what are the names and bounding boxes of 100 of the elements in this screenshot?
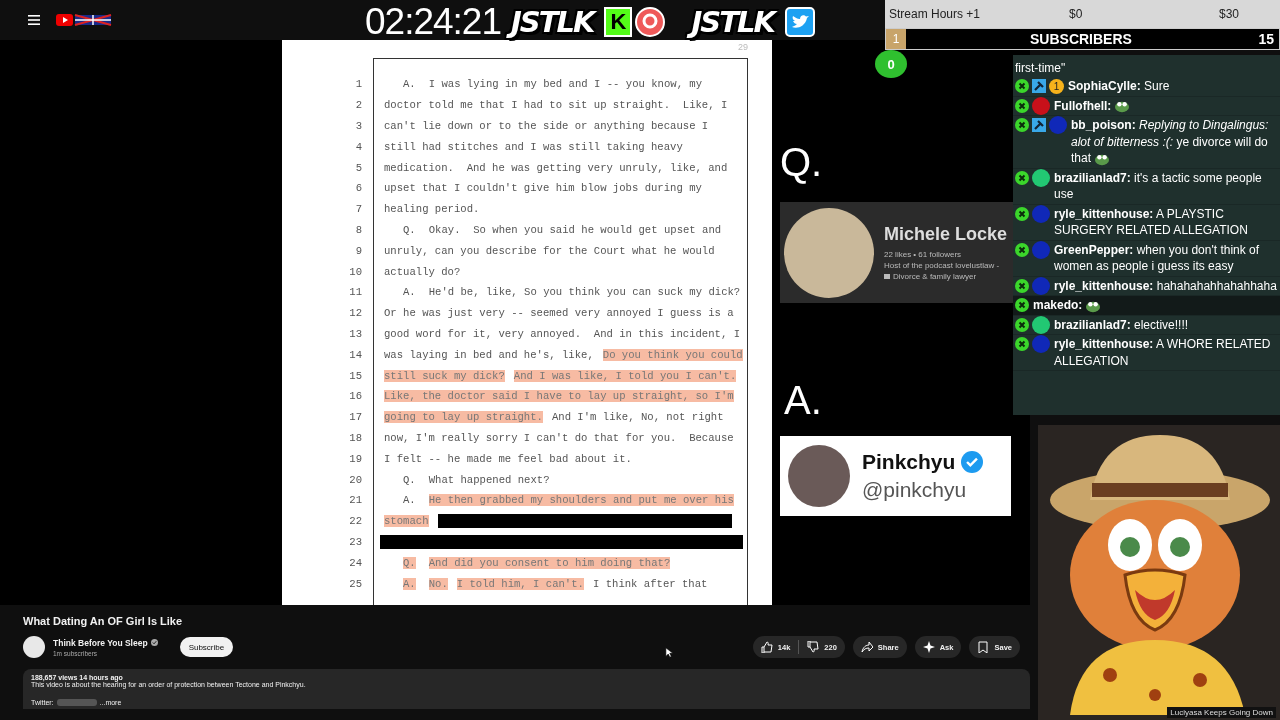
x-badge-icon <box>1015 79 1029 94</box>
x-badge-icon <box>1015 317 1029 332</box>
video-caption: Luciyasa Keeps Going Down <box>1167 707 1276 718</box>
transcript-text: Okay. So when you said he would get upset and <box>428 223 722 236</box>
goal-end: $30 <box>1219 7 1240 21</box>
transcript-text: was laying in bed and he's, like, <box>384 348 594 361</box>
transcript-text: can't lie down or to the side or anything because I <box>384 120 709 132</box>
question-label: Q. <box>780 140 823 184</box>
speaker-label: Q. <box>403 223 416 236</box>
highlighted-text: No. <box>428 577 448 590</box>
transcript-text: still had stitches and I was still taking heavy <box>384 140 683 153</box>
line-number: 8 <box>354 223 362 236</box>
transcript-text: unruly, can you describe for the Court what he would <box>384 244 715 257</box>
line-number: 24 <box>348 556 362 569</box>
profile-name: Michele Locke <box>884 224 1008 245</box>
line-number: 1 <box>354 78 362 91</box>
transcript-text: And I'm like, No, not right <box>551 411 724 424</box>
line-number: 2 <box>354 99 362 112</box>
line-number: 14 <box>348 348 362 361</box>
transcript-text: good word for it, very annoyed. And in this incident, I <box>384 327 740 340</box>
speaker-label: A. <box>403 78 416 91</box>
transcript-text: upset that I couldn't give him blow jobs during my <box>384 182 702 195</box>
logo-text: JSTLK <box>507 1 602 43</box>
hammer-icon <box>1032 79 1046 94</box>
kick-logo: K <box>604 7 633 37</box>
x-badge-icon <box>1015 298 1029 313</box>
x-badge-icon <box>1015 206 1029 221</box>
x-badge-icon <box>1015 278 1029 293</box>
verified-icon <box>150 639 158 646</box>
speaker-label: Q. <box>403 473 416 486</box>
x-badge-icon <box>1015 118 1029 133</box>
transcript-text: medication. And he was getting very unruly, like, and <box>384 161 728 174</box>
chat-message-text: ryle_kittenhouse: hahahahahhahahhaha <box>1054 278 1277 293</box>
highlighted-text: He then grabbed my shoulders and put me over his <box>428 494 734 507</box>
transcript-text: now, I'm really sorry I can't do that for you. Because <box>384 431 734 444</box>
rank-badge: 1 <box>886 29 906 49</box>
menu-icon[interactable] <box>28 15 40 25</box>
speaker-label: A. <box>403 286 416 299</box>
goal-start: $0 <box>1069 7 1084 21</box>
logo-icon[interactable] <box>56 13 112 27</box>
transcript-text: I felt -- he made me feel bad about it. <box>384 452 632 465</box>
line-number: 19 <box>348 452 362 465</box>
profile-bio: Host of the podcast lovelustlaw - <box>884 261 1001 270</box>
logo-text: JSTLK <box>687 1 782 43</box>
share-icon <box>860 641 873 653</box>
chat-message-text: SophiaCylle: Sure <box>1068 79 1170 93</box>
line-number: 17 <box>348 411 362 424</box>
line-number: 11 <box>348 286 362 299</box>
line-number: 10 <box>348 265 362 278</box>
highlighted-text: going to lay up straight. <box>384 411 543 424</box>
highlighted-text: And I was like, I told you I can't. <box>513 369 737 382</box>
line-number: 23 <box>348 535 362 548</box>
line-number: 5 <box>354 161 362 174</box>
hammer-icon <box>1032 118 1046 133</box>
sparkle-icon <box>922 641 935 653</box>
line-number: 3 <box>354 120 362 132</box>
transcript-text: I was lying in my bed and I -- you know, my <box>428 78 703 91</box>
line-number: 21 <box>348 494 362 507</box>
profile-handle: @pinkchyu <box>862 478 968 502</box>
line-number: 15 <box>348 369 362 382</box>
highlighted-text: still suck my dick? <box>384 369 505 382</box>
line-number: 6 <box>354 182 362 195</box>
goal-label: Stream Hours +1 <box>889 7 982 21</box>
transcript-text: I think after that <box>592 577 708 590</box>
x-badge-icon <box>1015 242 1029 257</box>
chat-message-text: Fullofhell: <box>1054 98 1112 113</box>
bird-icon <box>784 7 815 37</box>
line-number: 22 <box>348 515 362 528</box>
line-number: 9 <box>354 244 362 257</box>
answer-label: A. <box>784 378 822 422</box>
thumbs-down-icon <box>807 641 820 653</box>
chat-message-text: brazilianlad7: elective!!!! <box>1054 317 1189 332</box>
chat-message: first-time" <box>1014 60 1067 77</box>
x-badge-icon <box>1015 337 1029 352</box>
highlighted-speaker-label: Q. <box>403 556 416 569</box>
highlighted-text: stomach <box>384 515 429 528</box>
bookmark-icon <box>977 641 990 653</box>
subscribe-button[interactable]: Subscribe <box>179 637 234 657</box>
profile-tagline: Divorce & family lawyer <box>893 272 977 281</box>
transcript-text: healing period. <box>384 203 480 216</box>
profile-name: Pinkchyu <box>862 450 956 474</box>
channel-avatar <box>23 636 45 658</box>
speaker-label: A. <box>403 494 416 507</box>
line-number: 7 <box>354 203 362 216</box>
transcript-text: Or he was just very -- seemed very annoyed I guess is a <box>384 307 734 320</box>
stream-timer: 02:24:21 <box>365 1 502 43</box>
highlighted-speaker-label: A. <box>403 577 416 590</box>
channel-name: Think Before You Sleep <box>53 637 148 648</box>
line-number: 16 <box>348 390 362 403</box>
highlighted-text: And did you consent to him doing that? <box>428 556 671 569</box>
cursor-icon <box>665 646 674 658</box>
transcript-text: What happened next? <box>428 473 550 486</box>
profile-stats: 22 likes • 61 followers <box>884 250 963 259</box>
line-number: 25 <box>348 577 362 590</box>
transcript-text: doctor told me that I had to sit up straight. Like, I <box>384 99 728 112</box>
tier-badge: 1 <box>1049 78 1064 94</box>
highlighted-text: Do you think you could <box>602 348 743 361</box>
briefcase-icon <box>884 274 890 279</box>
line-number: 12 <box>348 307 362 320</box>
chat-message-text: ryle_kittenhouse: A WHORE RELATED ALLEGATION <box>1054 337 1271 368</box>
